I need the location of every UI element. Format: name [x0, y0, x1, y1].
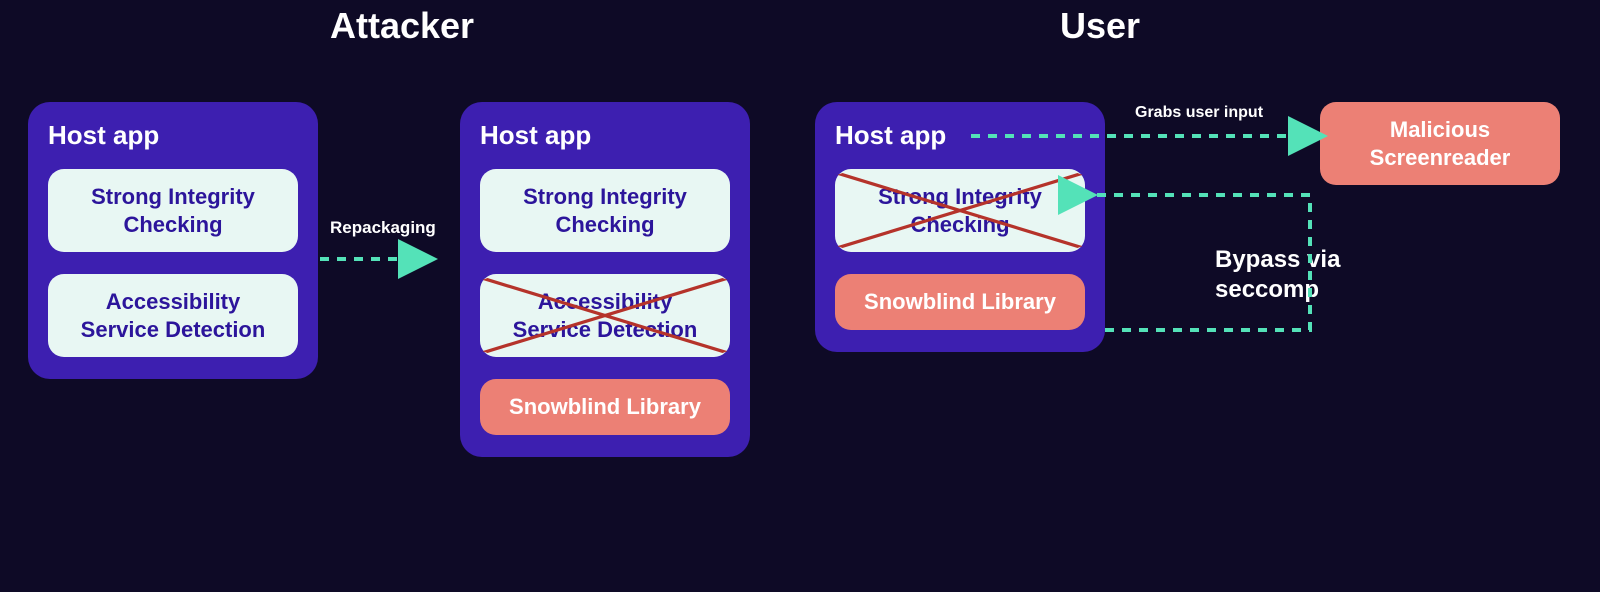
user-title: User: [1060, 5, 1140, 47]
pill-accessibility-crossed: Accessibility Service Detection: [480, 274, 730, 357]
panel-attacker-after: Host app Strong Integrity Checking Acces…: [460, 102, 750, 457]
panel-attacker-before: Host app Strong Integrity Checking Acces…: [28, 102, 318, 379]
attacker-title: Attacker: [330, 5, 474, 47]
pill-label: Strong Integrity Checking: [523, 184, 687, 237]
pill-snowblind: Snowblind Library: [480, 379, 730, 435]
pill-integrity-crossed: Strong Integrity Checking: [835, 169, 1085, 252]
pill-label: Snowblind Library: [509, 394, 701, 419]
arrow-repackaging: [320, 244, 450, 274]
pill-label: Strong Integrity Checking: [91, 184, 255, 237]
cross-out-icon: [480, 274, 730, 357]
arrow-bypass: [1080, 180, 1340, 350]
pill-label: Accessibility Service Detection: [513, 289, 698, 342]
malicious-screenreader: Malicious Screenreader: [1320, 102, 1560, 185]
pill-integrity: Strong Integrity Checking: [480, 169, 730, 252]
pill-accessibility: Accessibility Service Detection: [48, 274, 298, 357]
pill-label: Strong Integrity Checking: [878, 184, 1042, 237]
panel-title: Host app: [48, 120, 298, 151]
pill-snowblind: Snowblind Library: [835, 274, 1085, 330]
cross-out-icon: [835, 169, 1085, 252]
pill-label: Accessibility Service Detection: [81, 289, 266, 342]
pill-integrity: Strong Integrity Checking: [48, 169, 298, 252]
pill-label: Snowblind Library: [864, 289, 1056, 314]
pill-label: Malicious Screenreader: [1370, 117, 1511, 170]
arrow-grabs-input: [960, 120, 1320, 150]
repackaging-label: Repackaging: [330, 218, 436, 238]
panel-title: Host app: [480, 120, 730, 151]
